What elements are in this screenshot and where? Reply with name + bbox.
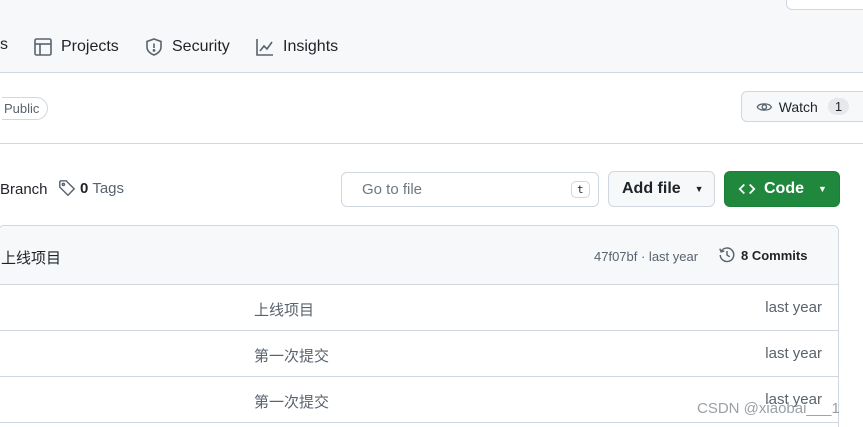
add-file-label: Add file	[622, 180, 681, 197]
table-row[interactable]: 第一次提交 last year	[0, 331, 838, 377]
tag-icon	[59, 180, 76, 197]
table-icon	[34, 38, 52, 56]
watch-button[interactable]: Watch 1 ▼	[741, 91, 863, 122]
table-row[interactable]: 上线项目 last year	[0, 285, 838, 331]
shortcut-key: t	[571, 181, 590, 198]
search-input[interactable]	[362, 181, 561, 198]
tab-projects-label: Projects	[61, 38, 119, 55]
tags-link[interactable]: 0 Tags	[58, 179, 124, 197]
code-button[interactable]: Code ▼	[724, 171, 840, 207]
eye-icon	[756, 102, 773, 111]
nav-item-partial[interactable]: s	[0, 36, 8, 54]
history-icon	[719, 247, 735, 263]
latest-commit-message[interactable]: 上线项目	[1, 247, 61, 268]
tab-insights-label: Insights	[283, 38, 339, 55]
watch-label: Watch	[778, 98, 818, 115]
divider	[0, 143, 863, 144]
tab-security-label: Security	[172, 38, 230, 55]
repo-nav-bar	[0, 0, 863, 73]
commits-link[interactable]: 8 Commits	[718, 246, 807, 264]
chevron-down-icon: ▼	[694, 184, 704, 194]
tags-count: 0	[80, 179, 89, 197]
code-icon	[738, 183, 756, 195]
tab-security[interactable]: Security	[144, 30, 230, 64]
file-commit-message[interactable]: 第一次提交	[254, 391, 329, 412]
tags-label: Tags	[92, 179, 125, 197]
file-table: 上线项目 47f07bf · last year 8 Commits 上线项目 …	[0, 225, 839, 427]
go-to-file-search[interactable]: t	[341, 172, 599, 207]
file-commit-time: last year	[765, 299, 822, 316]
tab-projects[interactable]: Projects	[33, 30, 119, 64]
shield-icon	[146, 38, 162, 56]
file-commit-time: last year	[765, 345, 822, 362]
file-commit-message[interactable]: 上线项目	[254, 299, 314, 320]
chevron-down-icon: ▼	[818, 184, 827, 194]
add-file-button[interactable]: Add file ▼	[608, 171, 715, 207]
graph-icon	[256, 39, 273, 56]
latest-commit-row: 上线项目 47f07bf · last year 8 Commits	[0, 226, 838, 285]
latest-commit-meta[interactable]: 47f07bf · last year	[594, 249, 698, 264]
repo-page: s Projects Security Insights Public Watc…	[0, 0, 863, 427]
watermark: CSDN @xiaobai___1	[697, 400, 840, 417]
code-label: Code	[764, 180, 804, 197]
header-button-partial[interactable]	[786, 0, 863, 10]
watch-count: 1	[827, 98, 850, 115]
branches-link[interactable]: Branch	[0, 181, 48, 198]
file-commit-message[interactable]: 第一次提交	[254, 345, 329, 366]
visibility-badge: Public	[2, 97, 49, 120]
commits-count: 8 Commits	[741, 247, 808, 263]
tab-insights[interactable]: Insights	[255, 30, 338, 64]
